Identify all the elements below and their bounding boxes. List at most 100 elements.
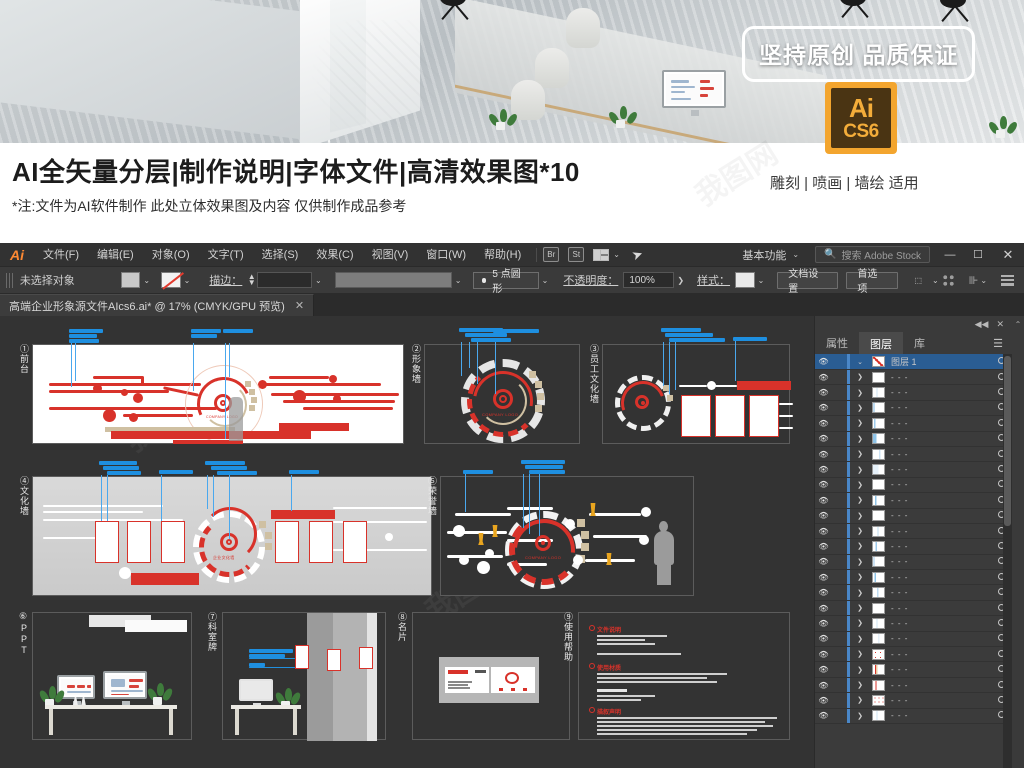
stroke-weight-stepper[interactable]: ▲ ▼ (246, 272, 257, 288)
brush-definition-selector[interactable]: 5 点圆形 (472, 269, 539, 295)
eye-icon[interactable]: 👁 (815, 588, 832, 597)
stroke-weight-label[interactable]: 描边： (209, 272, 242, 288)
artboard-6-ppt[interactable] (32, 612, 192, 740)
artboard-1-reception[interactable]: COMPANY LOGO (32, 329, 404, 444)
panel-options-icon[interactable] (1001, 274, 1015, 286)
eye-icon[interactable]: 👁 (815, 650, 832, 659)
fill-dropdown-icon[interactable]: ⌄ (140, 272, 153, 288)
layers-scrollbar-track[interactable] (1003, 354, 1012, 768)
layer-row[interactable]: 👁 ❯ - - - (815, 677, 1012, 694)
workspace-switcher[interactable]: 基本功能 ⌄ (732, 247, 809, 263)
expand-sublayer-icon[interactable]: ❯ (850, 604, 870, 612)
eye-icon[interactable]: 👁 (815, 604, 832, 613)
menu-help[interactable]: 帮助(H) (475, 243, 530, 267)
layer-row[interactable]: 👁 ❯ - - - (815, 416, 1012, 432)
artboard-3-staff-culture-wall[interactable] (602, 328, 793, 444)
layer-row[interactable]: 👁 ❯ - - - (815, 477, 1012, 494)
expand-sublayer-icon[interactable]: ❯ (850, 466, 870, 474)
expand-sublayer-icon[interactable]: ❯ (850, 419, 870, 427)
opacity-label[interactable]: 不透明度： (563, 272, 618, 288)
menu-view[interactable]: 视图(V) (363, 243, 418, 267)
arrange-documents-button[interactable]: ⌄ (593, 248, 620, 261)
layer-row[interactable]: 👁 ❯ - - - (815, 662, 1012, 678)
graphic-style-swatch[interactable] (735, 272, 755, 288)
expand-sublayer-icon[interactable]: ❯ (850, 435, 870, 443)
document-tab[interactable]: 高端企业形象源文件AIcs6.ai* @ 17% (CMYK/GPU 预览) ✕ (0, 294, 315, 316)
menu-edit[interactable]: 编辑(E) (88, 243, 143, 267)
stroke-dropdown-icon[interactable]: ⌄ (181, 272, 194, 288)
stock-icon[interactable]: St (568, 247, 585, 262)
expand-sublayer-icon[interactable]: ❯ (850, 512, 870, 520)
menu-window[interactable]: 窗口(W) (417, 243, 475, 267)
eye-icon[interactable]: 👁 (815, 665, 832, 674)
opacity-flyout-icon[interactable]: ❯ (674, 272, 687, 288)
layers-scrollbar-thumb[interactable] (1004, 356, 1011, 526)
menu-select[interactable]: 选择(S) (253, 243, 308, 267)
fill-color-swatch[interactable] (120, 272, 141, 288)
eye-icon[interactable]: 👁 (815, 388, 832, 397)
eye-icon[interactable]: 👁 (815, 465, 832, 474)
menu-object[interactable]: 对象(O) (143, 243, 199, 267)
artboard-2-image-wall[interactable]: COMPANY LOGO (424, 328, 580, 444)
expand-sublayer-icon[interactable]: ❯ (850, 696, 870, 704)
stock-search-input[interactable]: 🔍 搜索 Adobe Stock (815, 246, 930, 263)
layer-row[interactable]: 👁 ❯ - - - (815, 554, 1012, 571)
opacity-input[interactable]: 100% (623, 272, 675, 288)
layer-row[interactable]: 👁 ❯ - - - (815, 708, 1012, 724)
layer-row[interactable]: 👁 ❯ - - - (815, 493, 1012, 509)
canvas[interactable]: 我图网 我图网 我图网 ①前台 (0, 316, 814, 768)
minimize-button[interactable]: — (936, 243, 964, 267)
expand-sublayer-icon[interactable]: ❯ (850, 496, 870, 504)
preferences-button[interactable]: 首选项 (846, 269, 898, 295)
eye-icon[interactable]: 👁 (815, 696, 832, 705)
expand-sublayer-icon[interactable]: ❯ (850, 712, 870, 720)
expand-sublayer-icon[interactable]: ❯ (850, 650, 870, 658)
layer-row[interactable]: 👁 ❯ - - - (815, 693, 1012, 709)
layers-list[interactable]: 👁 ⌄ 图层 1 👁 ❯ - - - 👁 ❯ - - - 👁 ❯ - - - 👁 ❯ - - - 👁 ❯ -… (815, 354, 1012, 768)
panel-menu-icon[interactable]: ☰ (984, 332, 1012, 354)
collapse-panel-icon[interactable]: ◀◀ (975, 319, 989, 330)
expand-sublayer-icon[interactable]: ❯ (850, 450, 870, 458)
expand-icon[interactable]: ⌄ (850, 358, 870, 366)
stroke-weight-input[interactable] (257, 272, 312, 288)
artboard-4-culture-wall[interactable]: 企业文化墙 (32, 461, 432, 596)
layer-row[interactable]: 👁 ❯ - - - (815, 462, 1012, 478)
eye-icon[interactable]: 👁 (815, 527, 832, 536)
eye-icon[interactable]: 👁 (815, 542, 832, 551)
layer-row[interactable]: 👁 ❯ - - - (815, 539, 1012, 555)
layer-row[interactable]: 👁 ❯ - - - (815, 508, 1012, 524)
eye-icon[interactable]: 👁 (815, 357, 832, 366)
style-dropdown-icon[interactable]: ⌄ (755, 272, 768, 288)
expand-sublayer-icon[interactable]: ❯ (850, 389, 870, 397)
panel-side-rail[interactable]: ⌃ (1012, 316, 1024, 768)
tab-layers[interactable]: 图层 (859, 332, 903, 354)
layer-row[interactable]: 👁 ❯ - - - (815, 400, 1012, 417)
profile-dropdown-icon[interactable]: ⌄ (452, 272, 465, 288)
artboard-9-usage-help[interactable]: 文件说明 使用材质 描叙声明 (578, 612, 790, 740)
expand-sublayer-icon[interactable]: ❯ (850, 635, 870, 643)
stroke-weight-dropdown-icon[interactable]: ⌄ (312, 272, 325, 288)
brush-dropdown-icon[interactable]: ⌄ (539, 272, 552, 288)
layer-row[interactable]: 👁 ❯ - - - (815, 647, 1012, 663)
eye-icon[interactable]: 👁 (815, 511, 832, 520)
expand-sublayer-icon[interactable]: ❯ (850, 542, 870, 550)
expand-sublayer-icon[interactable]: ❯ (850, 666, 870, 674)
variable-width-profile[interactable] (334, 272, 452, 288)
layer-row[interactable]: 👁 ❯ - - - (815, 370, 1012, 386)
expand-sublayer-icon[interactable]: ❯ (850, 619, 870, 627)
eye-icon[interactable]: 👁 (815, 373, 832, 382)
expand-sublayer-icon[interactable]: ❯ (850, 481, 870, 489)
artboard-5-honor-wall[interactable]: COMPANY LOGO (440, 460, 694, 596)
expand-sublayer-icon[interactable]: ❯ (850, 404, 870, 412)
transform-grid-icon[interactable] (941, 273, 955, 287)
expand-sublayer-icon[interactable]: ❯ (850, 681, 870, 689)
control-bar-grip[interactable] (6, 272, 14, 288)
stroke-color-swatch[interactable] (161, 272, 181, 288)
layer-row[interactable]: 👁 ❯ - - - (815, 585, 1012, 601)
menu-file[interactable]: 文件(F) (34, 243, 88, 267)
eye-icon[interactable]: 👁 (815, 403, 832, 412)
artboard-8-business-card[interactable] (412, 612, 570, 740)
eye-icon[interactable]: 👁 (815, 573, 832, 582)
select-similar-dropdown-icon[interactable]: ⌄ (929, 272, 942, 288)
eye-icon[interactable]: 👁 (815, 434, 832, 443)
